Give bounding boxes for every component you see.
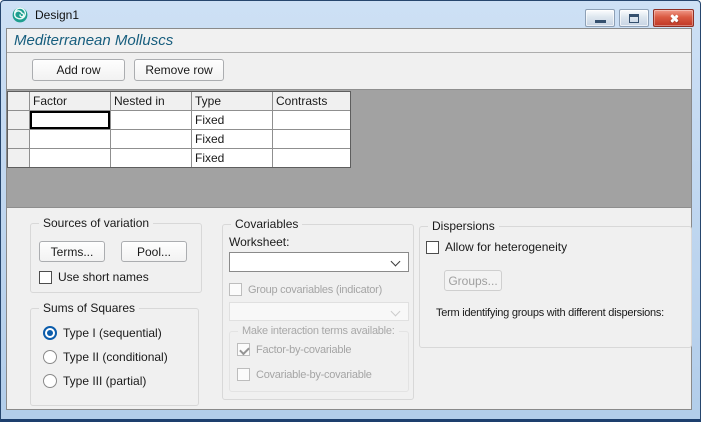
cell-factor-2[interactable] [30, 130, 110, 148]
column-header-contrasts[interactable]: Contrasts [273, 92, 350, 110]
sums-of-squares-group: Sums of Squares Type I (sequential) Type… [30, 301, 199, 406]
use-short-names-checkbox[interactable]: Use short names [39, 270, 149, 284]
checkbox-icon [229, 283, 242, 296]
chevron-down-icon [390, 256, 401, 267]
radio-type-2-conditional[interactable]: Type II (conditional) [43, 350, 168, 364]
minimize-button[interactable] [585, 9, 615, 27]
minimize-icon [594, 20, 606, 23]
covariables-label: Covariables [231, 217, 303, 232]
pool-button[interactable]: Pool... [121, 241, 187, 262]
chevron-down-icon [390, 306, 401, 317]
window-controls [585, 9, 694, 27]
cell-contrasts-2[interactable] [273, 130, 350, 148]
close-button[interactable] [653, 9, 694, 27]
checkbox-icon [237, 343, 250, 356]
cell-nested-in-3[interactable] [111, 149, 191, 167]
cell-contrasts-3[interactable] [273, 149, 350, 167]
worksheet-label: Worksheet: [229, 235, 290, 249]
radio-icon[interactable] [43, 374, 57, 388]
sources-of-variation-label: Sources of variation [39, 216, 154, 231]
radio-type-1-sequential[interactable]: Type I (sequential) [43, 326, 162, 340]
radio-label: Type II (conditional) [63, 350, 168, 364]
design-title: Mediterranean Molluscs [14, 32, 174, 49]
row-selector-3[interactable] [8, 149, 29, 167]
radio-type-3-partial[interactable]: Type III (partial) [43, 374, 146, 388]
covariables-group: Covariables Worksheet: Group covariables… [222, 217, 414, 400]
column-header-factor[interactable]: Factor [30, 92, 110, 110]
radio-icon[interactable] [43, 350, 57, 364]
row-selector-1[interactable] [8, 111, 29, 129]
maximize-icon [629, 13, 639, 23]
spiral-logo-icon [12, 6, 28, 22]
title-bar[interactable]: Design1 [1, 1, 700, 28]
window-title: Design1 [35, 7, 80, 22]
dispersions-label: Dispersions [428, 219, 499, 234]
row-selector-2[interactable] [8, 130, 29, 148]
factor-by-covariable-label: Factor-by-covariable [256, 343, 352, 356]
factor-table: Factor Nested in Type Contrasts Fixed Fi… [7, 91, 351, 168]
cell-type-1[interactable]: Fixed [192, 111, 272, 129]
column-header-nested-in[interactable]: Nested in [111, 92, 191, 110]
factor-grid-area: Factor Nested in Type Contrasts Fixed Fi… [7, 89, 691, 208]
cell-factor-1[interactable] [30, 111, 110, 129]
cell-nested-in-2[interactable] [111, 130, 191, 148]
allow-heterogeneity-checkbox[interactable]: Allow for heterogeneity [426, 240, 567, 254]
close-icon [668, 13, 679, 24]
interaction-terms-label: Make interaction terms available: [238, 324, 399, 339]
cell-contrasts-1[interactable] [273, 111, 350, 129]
group-covariables-label: Group covariables (indicator) [248, 283, 382, 296]
group-covariables-checkbox: Group covariables (indicator) [229, 283, 382, 296]
factor-by-covariable-checkbox: Factor-by-covariable [237, 343, 352, 356]
dispersions-group: Dispersions Allow for heterogeneity Grou… [419, 219, 692, 348]
covariable-by-covariable-checkbox: Covariable-by-covariable [237, 368, 372, 381]
radio-label: Type III (partial) [63, 374, 147, 388]
groups-button: Groups... [444, 270, 502, 291]
group-covariables-dropdown [229, 302, 409, 321]
row-header-corner [8, 92, 29, 110]
interaction-terms-group: Make interaction terms available: Factor… [229, 324, 409, 392]
maximize-button[interactable] [619, 9, 649, 27]
cell-nested-in-1[interactable] [111, 111, 191, 129]
radio-icon[interactable] [43, 326, 57, 340]
dispersion-term-label: Term identifying groups with different d… [436, 307, 664, 319]
add-row-button[interactable]: Add row [32, 59, 125, 81]
remove-row-button[interactable]: Remove row [134, 59, 224, 81]
sources-of-variation-group: Sources of variation Terms... Pool... Us… [30, 216, 202, 293]
cell-type-3[interactable]: Fixed [192, 149, 272, 167]
checkbox-icon[interactable] [426, 240, 439, 254]
allow-heterogeneity-label: Allow for heterogeneity [445, 240, 568, 254]
covariable-by-covariable-label: Covariable-by-covariable [256, 368, 372, 381]
worksheet-dropdown[interactable] [229, 252, 409, 272]
cell-factor-3[interactable] [30, 149, 110, 167]
design-title-bar: Mediterranean Molluscs [7, 29, 691, 53]
cell-type-2[interactable]: Fixed [192, 130, 272, 148]
checkbox-icon[interactable] [39, 270, 52, 284]
column-header-type[interactable]: Type [192, 92, 272, 110]
radio-label: Type I (sequential) [63, 326, 162, 340]
use-short-names-label: Use short names [58, 270, 149, 284]
terms-button[interactable]: Terms... [39, 241, 105, 262]
design-dialog-window: Design1 Mediterranean Molluscs Add row R… [0, 0, 701, 422]
checkbox-icon [237, 368, 250, 381]
sums-of-squares-label: Sums of Squares [39, 301, 140, 316]
dialog-content: Mediterranean Molluscs Add row Remove ro… [6, 28, 692, 410]
